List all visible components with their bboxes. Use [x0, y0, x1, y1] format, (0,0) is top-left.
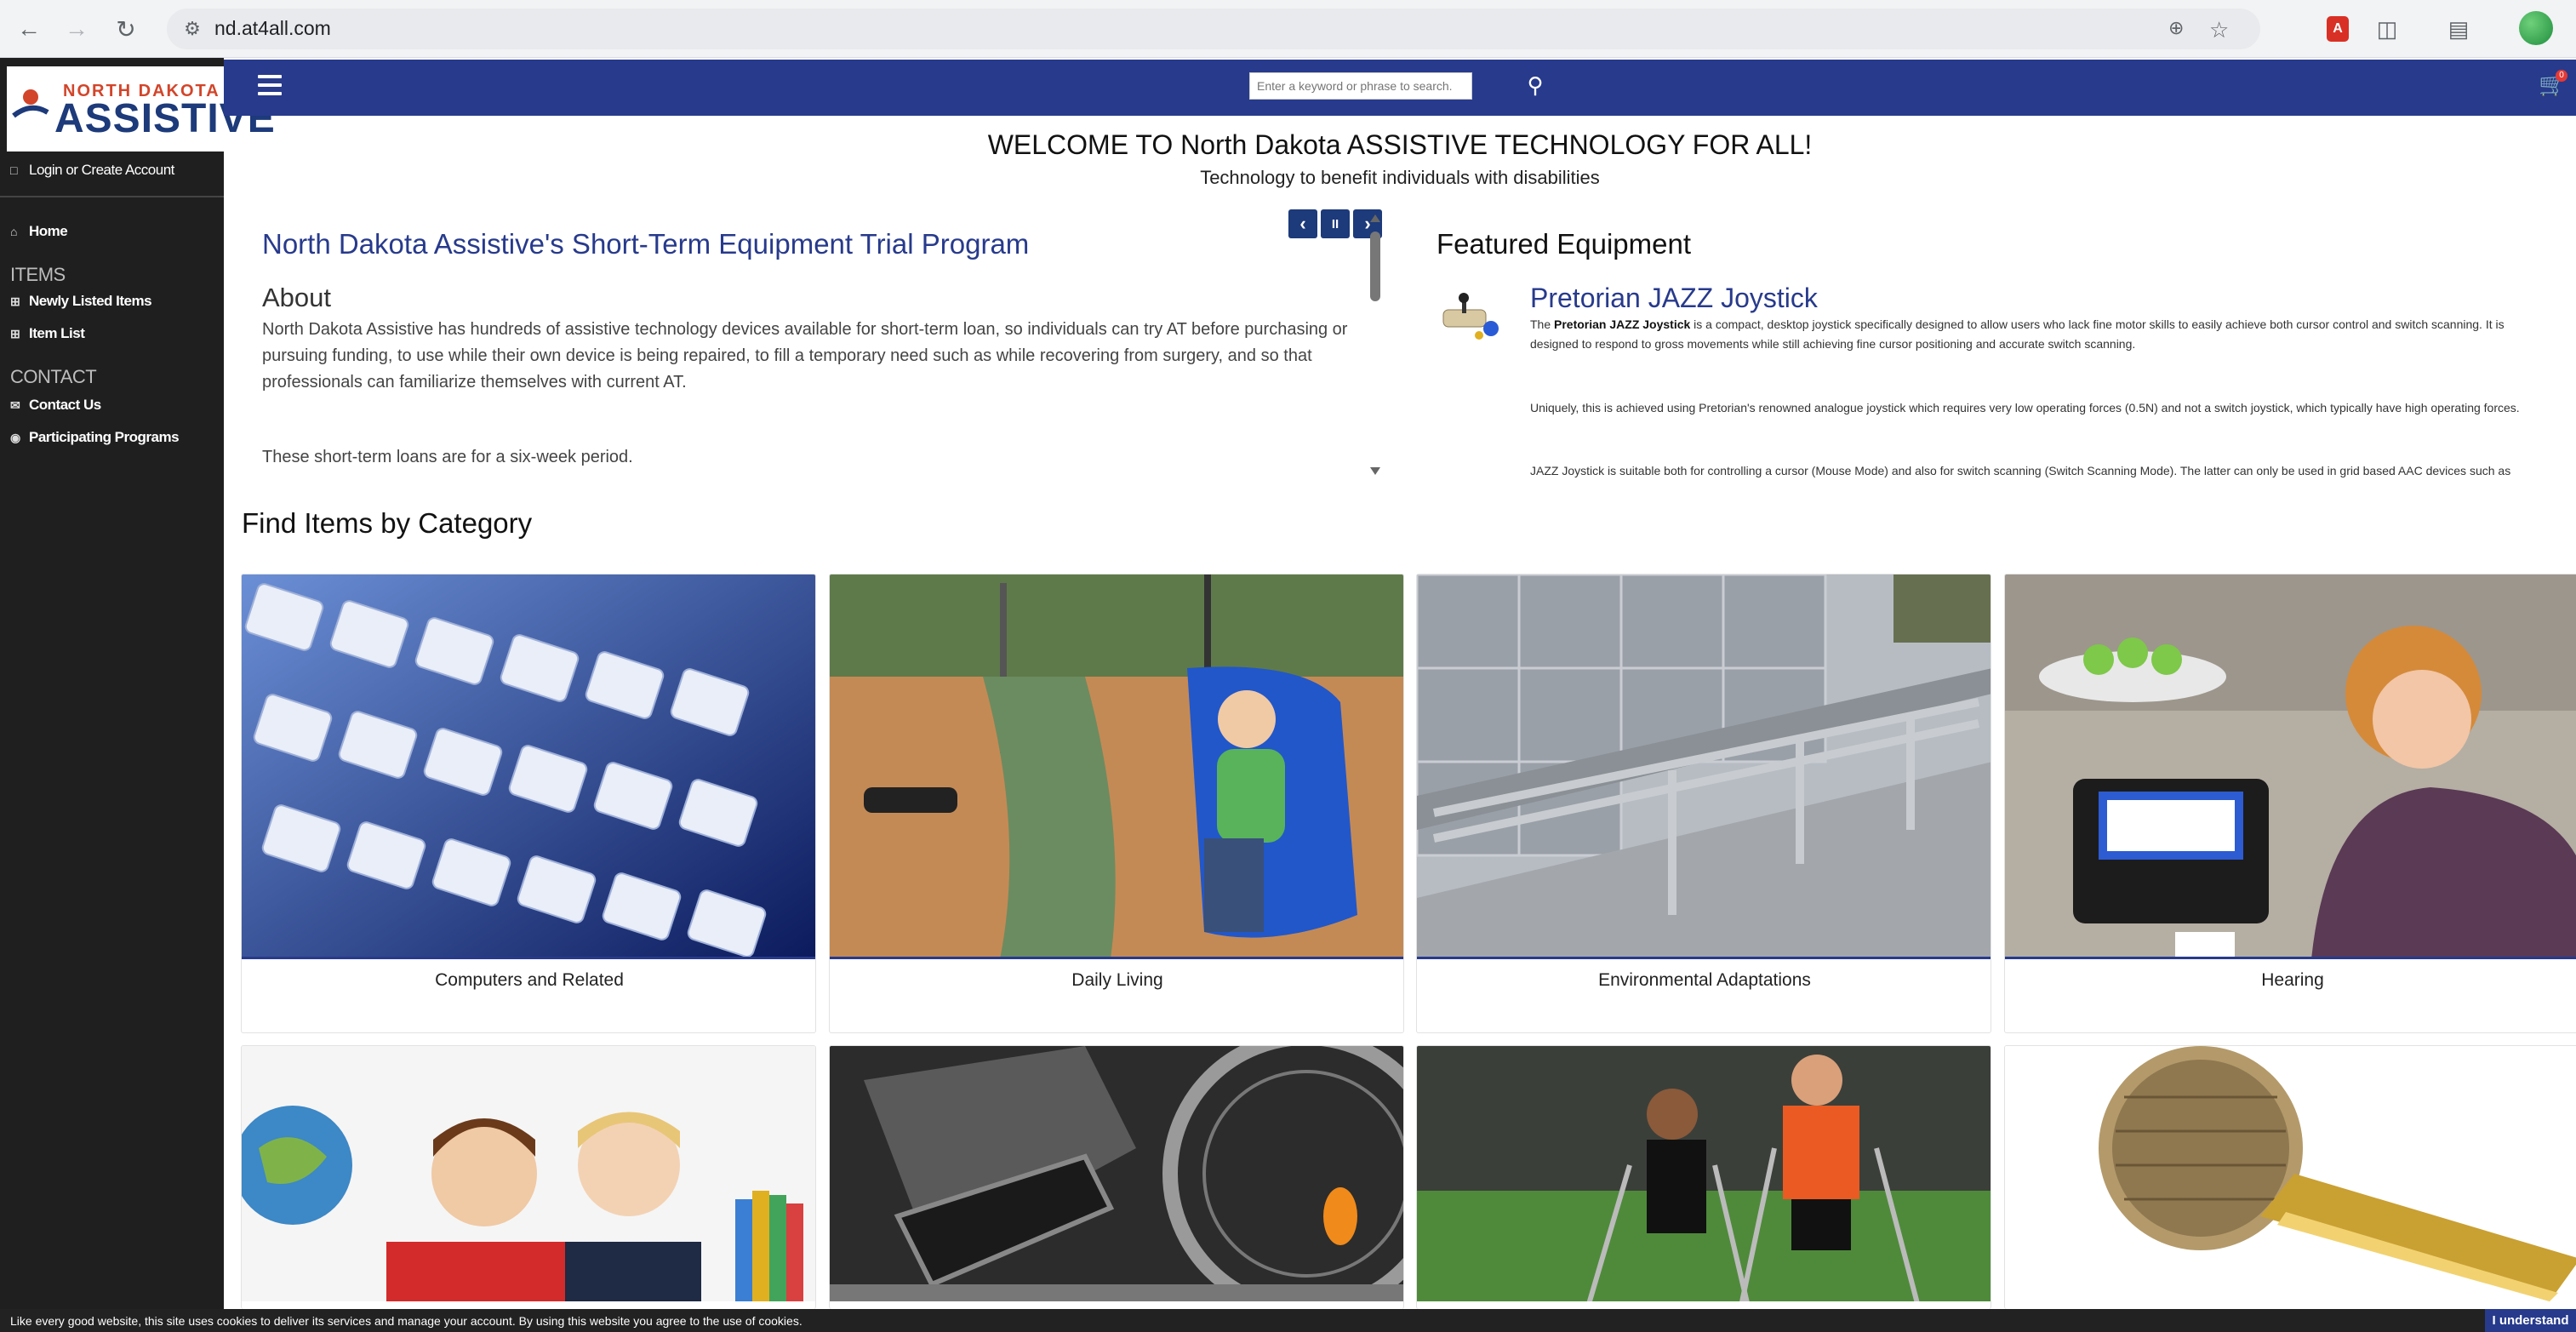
welcome-title: WELCOME TO North Dakota ASSISTIVE TECHNO… — [987, 129, 1813, 160]
product-desc-3: JAZZ Joystick is suitable both for contr… — [1530, 464, 2511, 477]
reload-icon[interactable]: ↻ — [109, 12, 143, 46]
profile-avatar-icon[interactable] — [2519, 11, 2553, 45]
category-label: Environmental Adaptations — [1598, 970, 1811, 990]
category-card-row2-1[interactable] — [241, 1045, 816, 1309]
reading-list-icon[interactable]: ▤ — [2442, 13, 2475, 45]
envelope-icon: ✉ — [10, 398, 20, 412]
contact-heading: CONTACT — [10, 366, 97, 387]
cart-icon[interactable]: 🛒 0 — [2539, 70, 2569, 102]
sidebar: NORTH DAKOTA ASSISTIVE □ Login or Create … — [0, 58, 275, 1332]
ramp-railing-image — [1417, 575, 1991, 959]
product-desc-2: Uniquely, this is achieved using Pretori… — [1530, 401, 2520, 414]
sidebar-item-participating-programs[interactable]: ◉ Participating Programs — [10, 429, 180, 446]
forward-icon[interactable]: → — [60, 12, 94, 46]
program-title[interactable]: North Dakota Assistive's Short-Term Equi… — [262, 228, 1029, 260]
featured-scrollbar[interactable] — [2558, 209, 2560, 480]
product-title-link[interactable]: Pretorian JAZZ Joystick — [1530, 283, 1818, 314]
program-scrollbar[interactable] — [1368, 209, 1382, 480]
category-label: Computers and Related — [435, 970, 624, 990]
site-settings-icon[interactable]: ⚙ — [179, 15, 206, 43]
newly-listed-label: Newly Listed Items — [29, 293, 152, 309]
program-panel: North Dakota Assistive's Short-Term Equi… — [242, 209, 1382, 480]
scroll-up-arrow-icon[interactable] — [1370, 214, 1380, 222]
divider — [0, 196, 224, 197]
search-icon[interactable]: ⚲ — [1522, 71, 1549, 99]
about-heading: About — [262, 283, 332, 312]
loan-period-text: These short-term loans are for a six-wee… — [262, 448, 633, 466]
browser-toolbar: ← → ↻ ⚙ nd.at4all.com ☆ ⊕ A ◫ ▤ — [0, 0, 2576, 58]
grid-icon: ⊞ — [10, 327, 20, 340]
home-label: Home — [29, 223, 68, 239]
category-label: Hearing — [2261, 970, 2324, 990]
featured-heading: Featured Equipment — [1437, 228, 1692, 260]
category-card-computers[interactable]: Computers and Related — [241, 574, 816, 1033]
sidebar-item-newly-listed[interactable]: ⊞ Newly Listed Items — [10, 293, 152, 310]
category-card-daily-living[interactable]: Daily Living — [829, 574, 1404, 1033]
carousel-prev-button[interactable]: ‹ — [1288, 209, 1317, 238]
category-card-row2-2[interactable] — [829, 1045, 1404, 1309]
welcome-subtitle: Technology to benefit individuals with d… — [1200, 167, 1600, 188]
login-link[interactable]: □ Login or Create Account — [10, 162, 174, 179]
participating-label: Participating Programs — [29, 429, 180, 445]
item-list-label: Item List — [29, 325, 85, 341]
joystick-product-image[interactable] — [1437, 291, 1505, 346]
product-desc-lead: The — [1530, 317, 1555, 331]
about-text: North Dakota Assistive has hundreds of a… — [262, 320, 1348, 392]
scroll-down-arrow-icon[interactable] — [1370, 467, 1380, 475]
category-card-hearing[interactable]: Hearing — [2004, 574, 2576, 1033]
featured-panel: Featured Equipment Pretorian JAZZ Joysti… — [1419, 209, 2560, 480]
keyboard-image — [242, 575, 815, 959]
url-text: nd.at4all.com — [214, 17, 331, 39]
bookmark-star-icon[interactable]: ☆ — [2209, 17, 2229, 43]
cart-count-badge: 0 — [2556, 70, 2567, 82]
login-label: Login or Create Account — [29, 162, 174, 178]
product-desc-bold: Pretorian JAZZ Joystick — [1554, 317, 1691, 331]
scroll-thumb[interactable] — [1370, 232, 1380, 301]
contact-us-label: Contact Us — [29, 397, 101, 413]
cookie-text: Like every good website, this site uses … — [10, 1314, 803, 1328]
amputee-soccer-image — [1417, 1046, 1991, 1301]
search-input[interactable] — [1249, 72, 1472, 100]
sidebar-item-contact-us[interactable]: ✉ Contact Us — [10, 397, 101, 414]
product-desc-1: The Pretorian JAZZ Joystick is a compact… — [1530, 315, 2534, 354]
microphone-image — [2005, 1046, 2576, 1301]
lock-icon: □ — [10, 163, 17, 177]
hamburger-menu-icon[interactable] — [258, 75, 282, 95]
captioned-phone-image — [2005, 575, 2576, 959]
pdf-extension-icon[interactable]: A — [2322, 13, 2354, 45]
top-navbar: ⚲ 🛒0 — [224, 60, 2576, 116]
category-label: Daily Living — [1071, 970, 1163, 990]
extensions-puzzle-icon[interactable]: ◫ — [2371, 13, 2403, 45]
swing-image — [830, 575, 1403, 959]
zoom-icon[interactable]: ⊕ — [2168, 17, 2184, 39]
grid-icon: ⊞ — [10, 294, 20, 308]
children-image — [242, 1046, 815, 1301]
cookie-banner: Like every good website, this site uses … — [0, 1309, 2576, 1332]
sidebar-item-item-list[interactable]: ⊞ Item List — [10, 325, 85, 342]
logo-mark-icon — [12, 89, 49, 118]
category-card-row2-4[interactable] — [2004, 1045, 2576, 1309]
items-heading: ITEMS — [10, 264, 66, 285]
globe-icon: ◉ — [10, 431, 20, 444]
home-icon: ⌂ — [10, 225, 17, 238]
category-card-row2-3[interactable] — [1416, 1045, 1991, 1309]
category-card-environmental[interactable]: Environmental Adaptations — [1416, 574, 1991, 1033]
carousel-pause-button[interactable]: II — [1321, 209, 1350, 238]
address-bar[interactable]: ⚙ nd.at4all.com ☆ ⊕ — [167, 9, 2260, 49]
sidebar-item-home[interactable]: ⌂ Home — [10, 223, 68, 240]
categories-heading: Find Items by Category — [242, 507, 533, 539]
cookie-accept-button[interactable]: I understand — [2485, 1309, 2576, 1332]
back-icon[interactable]: ← — [12, 12, 46, 46]
site-logo[interactable]: NORTH DAKOTA ASSISTIVE — [7, 66, 275, 151]
wheelchair-image — [830, 1046, 1403, 1301]
